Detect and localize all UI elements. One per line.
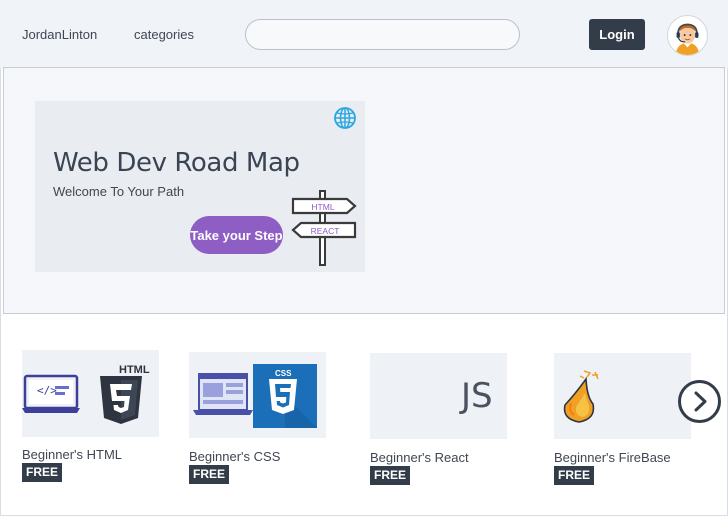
free-badge-html: FREE	[22, 463, 63, 482]
hero-title: Web Dev Road Map	[53, 148, 300, 178]
svg-text:</>: </>	[37, 384, 57, 397]
search-input[interactable]	[245, 19, 520, 50]
svg-text:CSS: CSS	[275, 369, 292, 378]
course-title-react: Beginner's React	[370, 450, 469, 465]
free-badge-react: FREE	[370, 466, 411, 485]
course-title-css: Beginner's CSS	[189, 449, 281, 464]
html5-icon: </> HTML	[22, 364, 150, 424]
avatar-icon	[668, 16, 707, 55]
chevron-right-icon	[694, 391, 707, 412]
sign-label-html: HTML	[311, 202, 334, 212]
course-thumb-firebase	[554, 353, 691, 439]
course-title-firebase: Beginner's FireBase	[554, 450, 671, 465]
course-thumb-react: JS	[370, 353, 507, 439]
course-title-html: Beginner's HTML	[22, 447, 123, 462]
course-thumb-css: CSS	[189, 352, 326, 438]
take-your-step-button[interactable]: Take your Step	[190, 216, 283, 254]
signpost-icon: HTML REACT	[291, 190, 357, 266]
hero-subtitle: Welcome To Your Path	[53, 184, 185, 199]
globe-icon	[334, 107, 356, 129]
hero-card: Web Dev Road Map Welcome To Your Path Ta…	[35, 101, 365, 272]
next-courses-button[interactable]	[678, 380, 721, 423]
free-badge-css: FREE	[189, 465, 230, 484]
hero-section: Web Dev Road Map Welcome To Your Path Ta…	[3, 67, 725, 314]
course-thumb-html: </> HTML	[22, 350, 159, 437]
categories-link[interactable]: categories	[134, 27, 194, 42]
free-badge-firebase: FREE	[554, 466, 595, 485]
avatar[interactable]	[667, 15, 708, 56]
css3-icon: CSS	[193, 364, 317, 428]
firebase-icon	[563, 370, 599, 423]
brand-link[interactable]: JordanLinton	[22, 27, 97, 42]
js-icon: JS	[461, 376, 493, 416]
svg-text:HTML: HTML	[119, 364, 150, 376]
login-button[interactable]: Login	[589, 19, 645, 50]
sign-label-react: REACT	[311, 226, 340, 236]
navbar: JordanLinton categories Login	[0, 0, 728, 68]
